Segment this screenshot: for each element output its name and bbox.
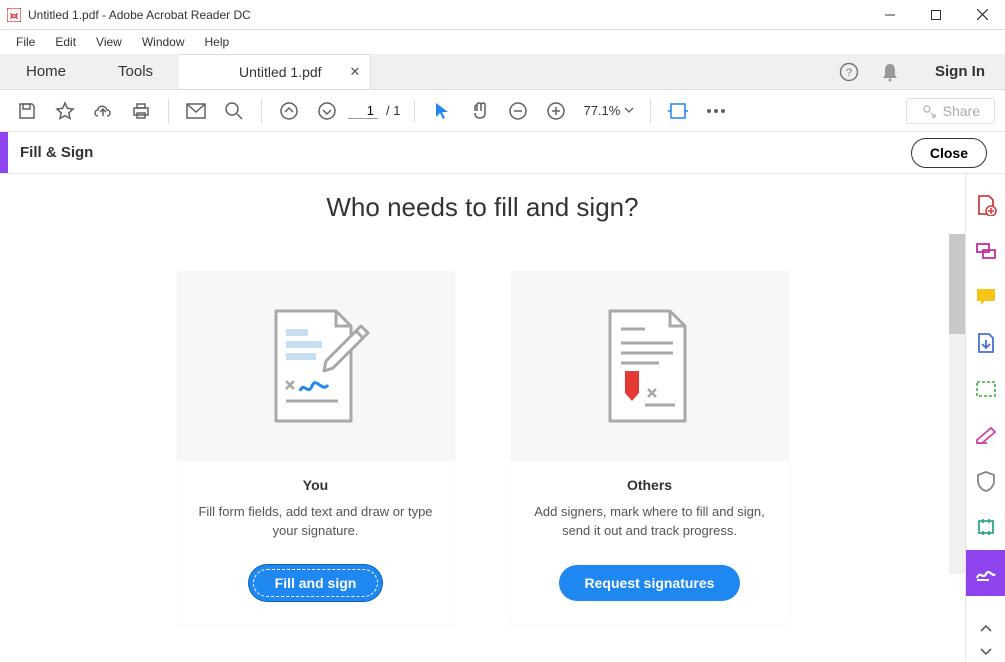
page-current-input[interactable] [348, 103, 378, 119]
select-tool-icon[interactable] [425, 94, 459, 128]
sign-in-button[interactable]: Sign In [915, 54, 1005, 89]
menu-file[interactable]: File [6, 33, 45, 51]
acrobat-app-icon [6, 7, 22, 23]
save-icon[interactable] [10, 94, 44, 128]
rail-comment-icon[interactable] [966, 274, 1005, 320]
card-you: You Fill form fields, add text and draw … [177, 271, 455, 625]
rail-protect-icon[interactable] [966, 458, 1005, 504]
rail-scroll-up-icon[interactable] [966, 618, 1005, 640]
page-down-icon[interactable] [310, 94, 344, 128]
star-icon[interactable] [48, 94, 82, 128]
fill-sign-close-button[interactable]: Close [911, 138, 987, 168]
cloud-upload-icon[interactable] [86, 94, 120, 128]
tab-document-label: Untitled 1.pdf [239, 64, 322, 80]
print-icon[interactable] [124, 94, 158, 128]
scrollbar-thumb[interactable] [949, 234, 965, 334]
more-tools-icon[interactable] [699, 94, 733, 128]
zoom-value: 77.1% [583, 103, 620, 118]
page-total: / 1 [382, 103, 404, 118]
rail-edit-icon[interactable] [966, 412, 1005, 458]
fill-sign-bar: Fill & Sign Close [0, 132, 1005, 174]
rail-fill-sign-icon[interactable] [966, 550, 1005, 596]
menu-window[interactable]: Window [132, 33, 195, 51]
window-title: Untitled 1.pdf - Adobe Acrobat Reader DC [28, 8, 251, 22]
window-titlebar: Untitled 1.pdf - Adobe Acrobat Reader DC [0, 0, 1005, 30]
menubar: File Edit View Window Help [0, 30, 1005, 54]
rail-organize-icon[interactable] [966, 366, 1005, 412]
main-area: Who needs to fill and sign? [0, 174, 1005, 662]
card-you-desc: Fill form fields, add text and draw or t… [195, 503, 437, 543]
fill-sign-label: Fill & Sign [8, 144, 93, 161]
rail-compress-icon[interactable] [966, 504, 1005, 550]
tab-document-close-icon[interactable]: ✕ [350, 64, 361, 80]
fit-width-icon[interactable] [661, 94, 695, 128]
zoom-in-icon[interactable] [539, 94, 573, 128]
zoom-dropdown[interactable]: 77.1% [577, 103, 640, 119]
search-icon[interactable] [217, 94, 251, 128]
fill-sign-accent [0, 132, 8, 173]
card-others-illustration [511, 271, 789, 461]
vertical-scrollbar[interactable] [949, 234, 965, 574]
share-button[interactable]: Share [906, 98, 995, 124]
share-label: Share [943, 103, 980, 119]
card-you-illustration [177, 271, 455, 461]
fill-and-sign-button[interactable]: Fill and sign [249, 565, 383, 601]
menu-view[interactable]: View [86, 33, 132, 51]
window-close-button[interactable] [959, 0, 1005, 30]
rail-create-pdf-icon[interactable] [966, 182, 1005, 228]
content-pane: Who needs to fill and sign? [0, 174, 965, 662]
card-others-title: Others [529, 477, 771, 493]
menu-help[interactable]: Help [195, 33, 240, 51]
card-you-title: You [195, 477, 437, 493]
tab-document[interactable]: Untitled 1.pdf ✕ [179, 54, 371, 89]
right-tool-rail [965, 174, 1005, 662]
window-maximize-button[interactable] [913, 0, 959, 30]
email-icon[interactable] [179, 94, 213, 128]
menu-edit[interactable]: Edit [45, 33, 86, 51]
svg-text:?: ? [846, 67, 852, 79]
hand-tool-icon[interactable] [463, 94, 497, 128]
request-signatures-button[interactable]: Request signatures [559, 565, 741, 601]
toolbar: / 1 77.1% Share [0, 90, 1005, 132]
page-up-icon[interactable] [272, 94, 306, 128]
card-others-desc: Add signers, mark where to fill and sign… [529, 503, 771, 543]
rail-export-icon[interactable] [966, 320, 1005, 366]
zoom-out-icon[interactable] [501, 94, 535, 128]
window-minimize-button[interactable] [867, 0, 913, 30]
cards-row: You Fill form fields, add text and draw … [0, 271, 965, 625]
rail-combine-icon[interactable] [966, 228, 1005, 274]
notifications-bell-icon[interactable] [881, 62, 899, 82]
tab-home[interactable]: Home [0, 54, 92, 89]
card-others: Others Add signers, mark where to fill a… [511, 271, 789, 625]
tabs-bar: Home Tools Untitled 1.pdf ✕ ? Sign In [0, 54, 1005, 90]
tab-tools[interactable]: Tools [92, 54, 179, 89]
help-icon[interactable]: ? [839, 62, 859, 82]
rail-scroll-down-icon[interactable] [966, 640, 1005, 662]
page-heading: Who needs to fill and sign? [0, 192, 965, 223]
